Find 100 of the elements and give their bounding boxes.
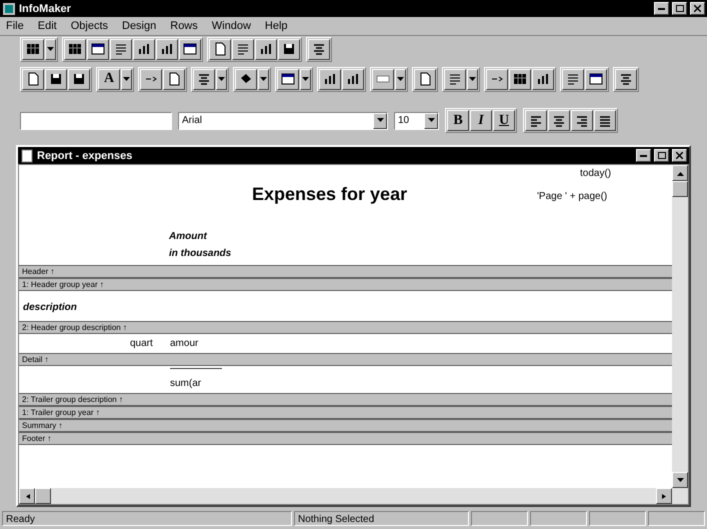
menu-item[interactable]: Edit [38, 20, 57, 32]
toolbar-button[interactable] [509, 68, 531, 90]
toolbar-button[interactable] [532, 68, 554, 90]
text-button[interactable]: A [98, 68, 120, 90]
menu-item[interactable]: Rows [170, 20, 198, 32]
align-icon [312, 42, 326, 56]
font-dropdown[interactable]: Arial [178, 112, 388, 130]
band-bar[interactable]: 2: Trailer group description ↑ [19, 393, 672, 406]
horizontal-scrollbar[interactable] [19, 488, 672, 504]
restore-icon [658, 152, 666, 159]
column-field[interactable]: sum(ar [170, 378, 202, 389]
computed-field[interactable]: today() [580, 168, 612, 179]
toolbar-button[interactable] [342, 68, 364, 90]
format-button[interactable]: I [470, 110, 492, 131]
format-button[interactable]: B [447, 110, 469, 131]
toolbar-button[interactable] [232, 38, 254, 60]
toolbar-button[interactable] [278, 38, 300, 60]
scroll-left-button[interactable] [19, 488, 35, 504]
dropdown-button[interactable] [121, 68, 132, 90]
down-arrow-icon [676, 478, 684, 482]
text-label[interactable]: Amount [169, 231, 207, 242]
toolbar-button[interactable] [68, 68, 90, 90]
toolbar-button[interactable] [22, 38, 44, 60]
page-icon [418, 72, 432, 86]
menu-item[interactable]: File [6, 20, 24, 32]
band-bar[interactable]: Header ↑ [19, 265, 672, 278]
toolbar-button[interactable] [235, 68, 257, 90]
toolbar-button[interactable] [163, 68, 185, 90]
toolbar-button[interactable] [179, 38, 201, 60]
band-bar[interactable]: Footer ↑ [19, 432, 672, 445]
dropdown-button[interactable] [373, 112, 387, 128]
toolbar-button[interactable] [140, 68, 162, 90]
dropdown-button[interactable] [258, 68, 269, 90]
window-title: InfoMaker [19, 2, 72, 14]
dropdown-button[interactable] [216, 68, 227, 90]
toolbar-button[interactable] [87, 38, 109, 60]
scroll-thumb[interactable] [35, 488, 51, 504]
align-button[interactable] [548, 110, 570, 131]
toolbar-button[interactable] [255, 38, 277, 60]
chart-icon [259, 42, 273, 56]
band-bar[interactable]: 1: Trailer group year ↑ [19, 406, 672, 419]
toolbar-button[interactable] [585, 68, 607, 90]
text-label[interactable]: description [23, 302, 77, 313]
format-button[interactable]: U [493, 110, 515, 131]
close-button[interactable] [672, 149, 687, 162]
maximize-button[interactable] [672, 2, 687, 15]
chart-icon [137, 42, 151, 56]
toolbar-button[interactable] [133, 38, 155, 60]
close-button[interactable] [690, 2, 705, 15]
toolbar-button[interactable] [319, 68, 341, 90]
toolbar-button[interactable] [209, 38, 231, 60]
text-label[interactable]: in thousands [169, 248, 232, 259]
column-field[interactable]: quart [130, 338, 153, 349]
align-button[interactable] [571, 110, 593, 131]
name-field[interactable] [20, 112, 172, 130]
app-icon [2, 2, 16, 16]
window-icon [589, 72, 603, 86]
toolbar-button[interactable] [444, 68, 466, 90]
toolbar-button[interactable] [372, 68, 394, 90]
align-button[interactable] [525, 110, 547, 131]
menu-item[interactable]: Objects [70, 20, 108, 32]
toolbar-button[interactable] [110, 38, 132, 60]
close-icon [676, 152, 683, 159]
toolbar-button[interactable] [64, 38, 86, 60]
toolbar-button[interactable] [486, 68, 508, 90]
scroll-right-button[interactable] [656, 488, 672, 504]
grid-icon [513, 72, 527, 86]
dropdown-button[interactable] [300, 68, 311, 90]
computed-field[interactable]: 'Page ' + page() [537, 191, 608, 202]
dropdown-button[interactable] [45, 38, 56, 60]
scroll-up-button[interactable] [672, 165, 688, 181]
dropdown-button[interactable] [467, 68, 478, 90]
toolbar-button[interactable] [156, 38, 178, 60]
toolbar-button[interactable] [193, 68, 215, 90]
align-button[interactable] [594, 110, 616, 131]
status-pane [648, 511, 705, 526]
toolbar-button[interactable] [562, 68, 584, 90]
dropdown-button[interactable] [395, 68, 406, 90]
menu-item[interactable]: Help [264, 20, 288, 32]
minimize-button[interactable] [654, 2, 669, 15]
toolbar-button[interactable] [45, 68, 67, 90]
band-bar[interactable]: Summary ↑ [19, 419, 672, 432]
size-dropdown[interactable]: 10 [394, 112, 439, 130]
page-icon [213, 42, 227, 56]
menu-item[interactable]: Design [122, 20, 156, 32]
toolbar-button[interactable] [277, 68, 299, 90]
minimize-button[interactable] [636, 149, 651, 162]
band-bar[interactable]: Detail ↑ [19, 353, 672, 366]
dropdown-button[interactable] [424, 112, 438, 128]
restore-button[interactable] [654, 149, 669, 162]
align-icon [197, 72, 211, 86]
vertical-scrollbar[interactable] [672, 165, 688, 504]
band-bar[interactable]: 2: Header group description ↑ [19, 321, 672, 334]
column-field[interactable]: amour [170, 338, 198, 349]
menu-item[interactable]: Window [212, 20, 251, 32]
report-title[interactable]: Expenses for year [252, 184, 408, 205]
toolbar-button[interactable] [22, 68, 44, 90]
band-bar[interactable]: 1: Header group year ↑ [19, 278, 672, 291]
scroll-thumb[interactable] [672, 181, 688, 197]
scroll-down-button[interactable] [672, 472, 688, 488]
